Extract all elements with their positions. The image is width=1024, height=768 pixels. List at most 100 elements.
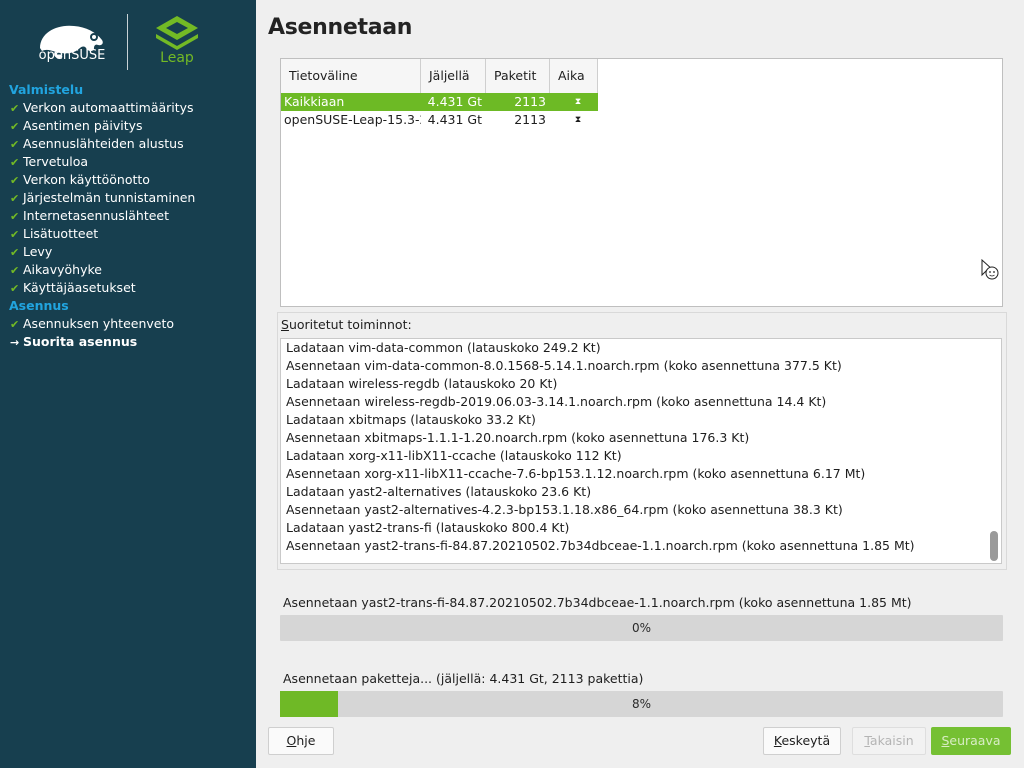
opensuse-wordmark: openSUSE xyxy=(38,48,106,63)
step-item-label: Asentimen päivitys xyxy=(23,118,143,133)
step-item-label: Suorita asennus xyxy=(23,334,138,349)
next-label: euraava xyxy=(949,733,1001,748)
log-line: Ladataan xbitmaps (latauskoko 33.2 Kt) xyxy=(286,412,536,427)
cell-packages: 2113 xyxy=(514,112,546,127)
log-label-mnemonic: S xyxy=(281,317,289,332)
logo-divider xyxy=(127,14,128,70)
table-row[interactable]: Kaikkiaan 4.431 Gt 2113 ⧗ xyxy=(281,93,598,111)
media-table[interactable]: Tietoväline Jäljellä Paketit Aika Kaikki… xyxy=(280,58,1003,307)
checkmark-icon: ✔ xyxy=(10,228,20,241)
checkmark-icon: ✔ xyxy=(10,138,20,151)
step-item-done: ✔ Tervetuloa xyxy=(0,153,256,171)
checkmark-icon: ✔ xyxy=(10,210,20,223)
step-item-label: Asennuksen yhteenveto xyxy=(23,316,175,331)
checkmark-icon: ✔ xyxy=(10,264,20,277)
abort-label: eskeytä xyxy=(781,733,831,748)
log-scrollbar-thumb[interactable] xyxy=(990,531,998,561)
checkmark-icon: ✔ xyxy=(10,156,20,169)
hourglass-icon: ⧗ xyxy=(574,97,582,107)
abort-button[interactable]: Keskeytä xyxy=(763,727,841,755)
hourglass-icon: ⧗ xyxy=(574,115,582,125)
checkmark-icon: ✔ xyxy=(10,120,20,133)
help-button[interactable]: Ohje xyxy=(268,727,334,755)
log-line: Asennetaan wireless-regdb-2019.06.03-3.1… xyxy=(286,394,827,409)
package-progress-percent: 0% xyxy=(631,621,652,635)
log-label-text: uoritetut toiminnot: xyxy=(288,317,412,332)
checkmark-icon: ✔ xyxy=(10,192,20,205)
step-item-label: Verkon käyttöönotto xyxy=(23,172,150,187)
help-mnemonic: O xyxy=(286,733,297,748)
package-progress-label: Asennetaan yast2-trans-fi-84.87.20210502… xyxy=(283,595,912,610)
step-item-label: Asennuslähteiden alustus xyxy=(23,136,184,151)
leap-wordmark: Leap xyxy=(160,50,194,66)
arrow-right-icon: → xyxy=(10,336,20,349)
log-line: Ladataan xorg-x11-libX11-ccache (latausk… xyxy=(286,448,622,463)
checkmark-icon: ✔ xyxy=(10,174,20,187)
step-item-label: Levy xyxy=(23,244,53,259)
checkmark-icon: ✔ xyxy=(10,318,20,331)
step-item-done: ✔ Aikavyöhyke xyxy=(0,261,256,279)
checkmark-icon: ✔ xyxy=(10,102,20,115)
step-item-done: ✔ Lisätuotteet xyxy=(0,225,256,243)
media-table-header: Tietoväline Jäljellä Paketit Aika xyxy=(281,59,598,93)
step-item-done: ✔ Asennuslähteiden alustus xyxy=(0,135,256,153)
page-title: Asennetaan xyxy=(268,15,413,40)
logo-area: openSUSE Leap xyxy=(0,0,256,80)
log-line: Ladataan yast2-alternatives (latauskoko … xyxy=(286,484,592,499)
column-header-packages[interactable]: Paketit xyxy=(486,59,550,93)
back-label: akaisin xyxy=(869,733,914,748)
log-textbox[interactable]: Ladataan vim-data-common (latauskoko 249… xyxy=(280,338,1002,564)
log-scrollbar[interactable] xyxy=(989,339,999,563)
log-line: Asennetaan yast2-alternatives-4.2.3-bp15… xyxy=(286,502,843,517)
log-line: Ladataan vim-data-common (latauskoko 249… xyxy=(286,340,601,355)
log-line: Ladataan yast2-trans-fi (latauskoko 800.… xyxy=(286,520,570,535)
step-item-done: ✔ Järjestelmän tunnistaminen xyxy=(0,189,256,207)
log-line: Asennetaan xorg-x11-libX11-ccache-7.6-bp… xyxy=(286,466,866,481)
step-section-heading: Asennus xyxy=(9,298,69,313)
step-item-label: Internetasennuslähteet xyxy=(23,208,170,223)
step-item-label: Verkon automaattimääritys xyxy=(23,100,194,115)
busy-cursor-icon xyxy=(981,259,999,280)
step-item-done: ✔ Levy xyxy=(0,243,256,261)
sidebar: openSUSE Leap Valmistelu ✔ Verkon automaat… xyxy=(0,0,256,768)
cell-medium: Kaikkiaan xyxy=(284,94,345,109)
column-header-remaining[interactable]: Jäljellä xyxy=(421,59,486,93)
log-line: Asennetaan xbitmaps-1.1.1-1.20.noarch.rp… xyxy=(286,430,750,445)
cell-medium: openSUSE-Leap-15.3-2 xyxy=(284,112,421,127)
step-section-heading: Valmistelu xyxy=(9,82,84,97)
step-item-done: ✔ Verkon käyttöönotto xyxy=(0,171,256,189)
step-item-done: ✔ Asentimen päivitys xyxy=(0,117,256,135)
total-progress-label: Asennetaan paketteja... (jäljellä: 4.431… xyxy=(283,671,644,686)
step-item-done: ✔ Internetasennuslähteet xyxy=(0,207,256,225)
total-progress-bar: 8% xyxy=(280,691,1003,717)
cell-remaining: 4.431 Gt xyxy=(427,94,482,109)
log-lines: Ladataan vim-data-common (latauskoko 249… xyxy=(286,339,986,555)
log-label: Suoritetut toiminnot: xyxy=(281,317,412,332)
total-progress-percent: 8% xyxy=(631,697,652,711)
step-item-done: ✔ Käyttäjäasetukset xyxy=(0,279,256,297)
step-item-done: ✔ Asennuksen yhteenveto xyxy=(0,315,256,333)
checkmark-icon: ✔ xyxy=(10,282,20,295)
media-table-body: Kaikkiaan 4.431 Gt 2113 ⧗ openSUSE-Leap-… xyxy=(281,93,598,129)
log-line: Asennetaan vim-data-common-8.0.1568-5.14… xyxy=(286,358,842,373)
cell-remaining: 4.431 Gt xyxy=(427,112,482,127)
help-label: hje xyxy=(296,733,316,748)
next-button[interactable]: Seuraava xyxy=(931,727,1011,755)
table-row[interactable]: openSUSE-Leap-15.3-2 4.431 Gt 2113 ⧗ xyxy=(281,111,598,129)
step-item-label: Järjestelmän tunnistaminen xyxy=(23,190,196,205)
back-button[interactable]: Takaisin xyxy=(852,727,926,755)
step-item-done: ✔ Verkon automaattimääritys xyxy=(0,99,256,117)
column-header-medium[interactable]: Tietoväline xyxy=(281,59,421,93)
step-item-current: → Suorita asennus xyxy=(0,333,256,351)
step-item-label: Tervetuloa xyxy=(23,154,89,169)
package-progress-bar: 0% xyxy=(280,615,1003,641)
log-line: Ladataan wireless-regdb (latauskoko 20 K… xyxy=(286,376,558,391)
checkmark-icon: ✔ xyxy=(10,246,20,259)
column-header-time[interactable]: Aika xyxy=(550,59,598,93)
cell-packages: 2113 xyxy=(514,94,546,109)
installation-step-list: Valmistelu ✔ Verkon automaattimääritys ✔ Ase… xyxy=(0,81,256,351)
step-item-label: Käyttäjäasetukset xyxy=(23,280,136,295)
leap-logo-icon xyxy=(156,16,198,50)
step-item-label: Lisätuotteet xyxy=(23,226,99,241)
log-line: Asennetaan yast2-trans-fi-84.87.20210502… xyxy=(286,538,915,553)
